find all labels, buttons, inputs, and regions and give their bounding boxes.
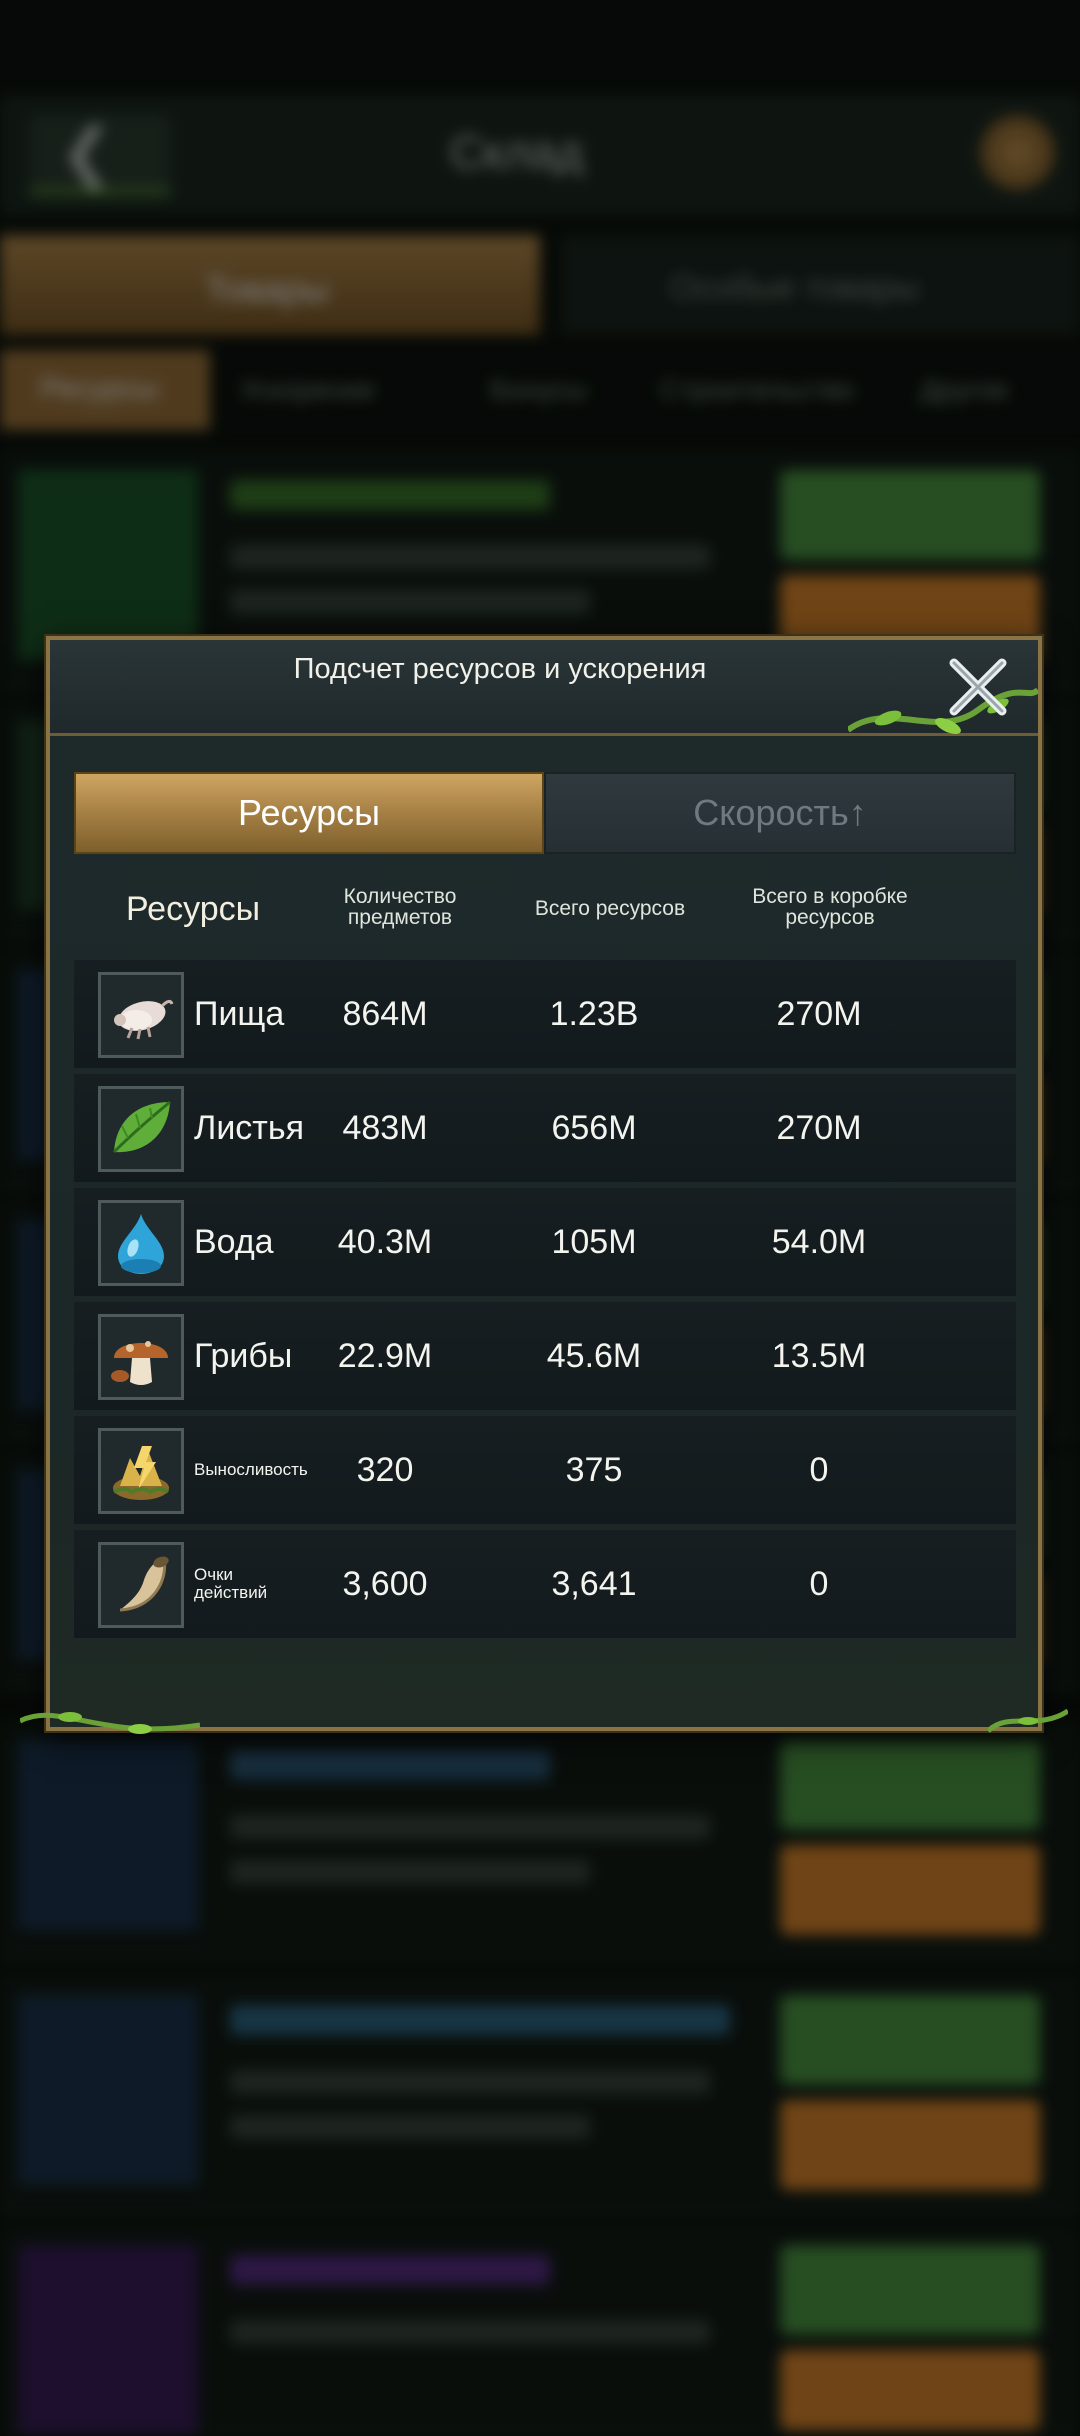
cell-box: 13.5M [771,1336,867,1375]
cell-items: 320 [356,1450,414,1489]
mushroom-icon [111,1341,168,1385]
column-header-items: Количество предметов [343,885,457,929]
cell-total: 45.6M [546,1336,642,1375]
column-header-resource: Ресурсы [126,890,261,928]
cell-total: 656M [551,1108,637,1147]
dialog-tabs: Ресурсы Скорость↑ [74,772,1016,854]
cell-box: 270M [776,1108,862,1147]
cell-items: 22.9M [337,1336,433,1375]
stamina-icon [112,1446,170,1500]
vine-decoration-icon [988,1708,1068,1733]
resource-name: Листья [194,1108,305,1147]
resource-icon-box [98,972,184,1058]
resource-name: Очки действий [194,1565,268,1602]
cell-box: 54.0M [771,1222,867,1261]
table-row: Грибы 22.9M 45.6M 13.5M [74,1302,1016,1410]
cell-items: 483M [342,1108,428,1147]
resource-table: Пища 864M 1.23B 270M Листья 483M 656M 27… [74,960,1016,1644]
resource-icon-box [98,1314,184,1400]
resource-summary-dialog: Подсчет ресурсов и ускорения Ресурсы Ско… [20,636,1068,1734]
dialog-header: Подсчет ресурсов и ускорения [50,640,1038,736]
dialog-title: Подсчет ресурсов и ускорения [293,653,707,685]
table-row: Пища 864M 1.23B 270M [74,960,1016,1068]
cell-box: 0 [809,1564,829,1603]
cell-items: 40.3M [337,1222,433,1261]
table-row: Листья 483M 656M 270M [74,1074,1016,1182]
resource-name: Грибы [194,1336,293,1375]
column-header-box: Всего в коробке ресурсов [752,885,908,929]
vine-decoration-icon [20,1712,200,1734]
tab-speed[interactable]: Скорость↑ [544,772,1016,854]
resource-icon-box [98,1428,184,1514]
close-button[interactable] [928,644,1028,730]
cell-total: 105M [551,1222,637,1261]
table-row: Очки действий 3,600 3,641 0 [74,1530,1016,1638]
water-drop-icon [118,1214,164,1274]
resource-icon-box [98,1542,184,1628]
cell-total: 375 [565,1450,623,1489]
leaf-icon [112,1100,171,1154]
food-icon [114,999,174,1040]
tab-resources[interactable]: Ресурсы [74,772,544,854]
cell-box: 0 [809,1450,829,1489]
table-row: Вода 40.3M 105M 54.0M [74,1188,1016,1296]
resource-name: Пища [194,994,285,1033]
horn-icon [119,1556,169,1612]
cell-total: 3,641 [551,1564,637,1603]
close-icon [949,658,1007,716]
column-header-total: Всего ресурсов [534,897,686,920]
cell-total: 1.23B [549,994,639,1033]
cell-box: 270M [776,994,862,1033]
resource-name: Вода [194,1222,274,1261]
cell-items: 3,600 [342,1564,428,1603]
cell-items: 864M [342,994,428,1033]
resource-icon-box [98,1086,184,1172]
table-row: Выносливость 320 375 0 [74,1416,1016,1524]
resource-icon-box [98,1200,184,1286]
